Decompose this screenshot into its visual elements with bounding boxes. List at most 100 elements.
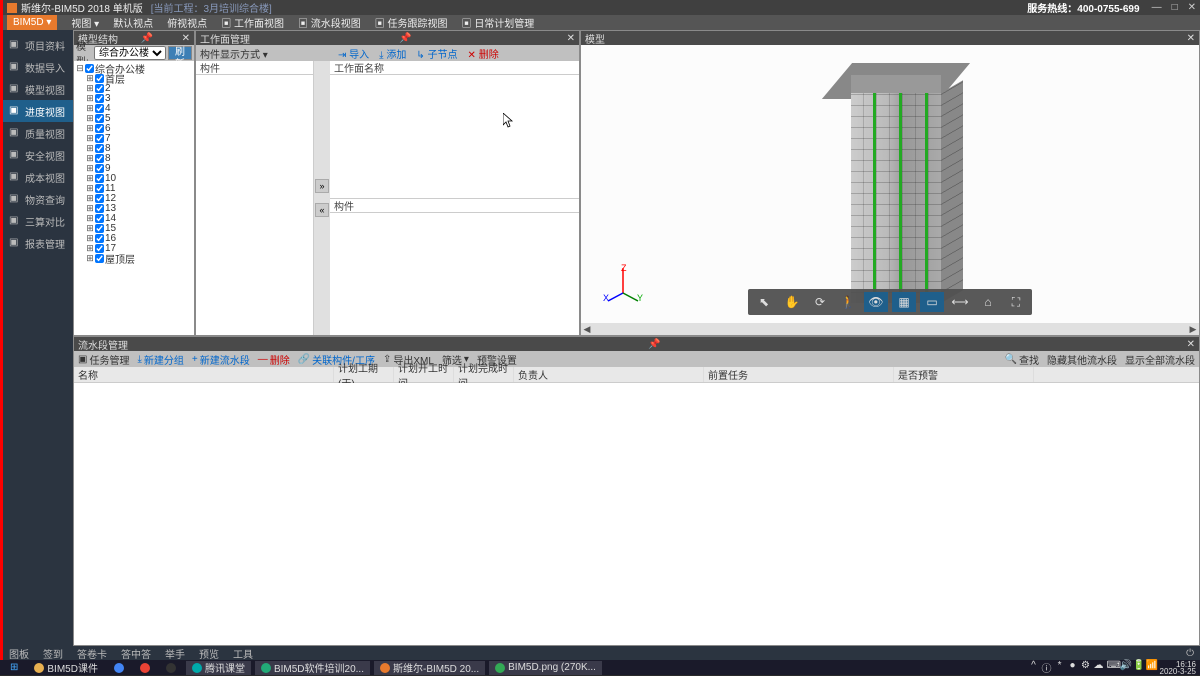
tree-checkbox[interactable] bbox=[85, 64, 94, 73]
find-button[interactable]: 🔍 查找 bbox=[1005, 352, 1039, 367]
close-icon[interactable]: ✕ bbox=[1187, 339, 1195, 350]
edges-button[interactable]: ▭ bbox=[920, 292, 944, 312]
new-flow-button[interactable]: + 新建流水段 bbox=[192, 352, 250, 367]
taskbar-item-5[interactable]: BIM5D软件培训20... bbox=[255, 661, 370, 675]
expand-right-button[interactable]: » bbox=[315, 179, 329, 193]
menu-task-track[interactable]: ▣ 任务跟踪视图 bbox=[375, 15, 448, 30]
showall-button[interactable]: 显示全部流水段 bbox=[1125, 352, 1195, 367]
close-icon[interactable]: ✕ bbox=[1187, 33, 1195, 44]
taskbar-item-4[interactable]: 腾讯课堂 bbox=[186, 661, 251, 675]
tray-icon[interactable]: ^ bbox=[1029, 660, 1039, 675]
tree-checkbox[interactable] bbox=[95, 224, 104, 233]
status-item-6[interactable]: 工具 bbox=[233, 646, 253, 661]
menu-top-view[interactable]: 俯视视点 bbox=[167, 15, 207, 30]
sidebar-item-3[interactable]: ▣进度视图 bbox=[3, 100, 73, 122]
walk-button[interactable]: 🚶 bbox=[836, 292, 860, 312]
menu-workface[interactable]: ▣ 工作面视图 bbox=[221, 15, 284, 30]
tree-checkbox[interactable] bbox=[95, 74, 104, 83]
tree-checkbox[interactable] bbox=[95, 134, 104, 143]
tray-icon[interactable]: ⚙ bbox=[1081, 660, 1091, 675]
tray-icon[interactable]: ⓘ bbox=[1042, 660, 1052, 675]
tray-icon[interactable]: 🔊 bbox=[1120, 660, 1130, 675]
power-icon[interactable]: ⏻ bbox=[1186, 648, 1194, 659]
menu-default-view[interactable]: 默认视点 bbox=[113, 15, 153, 30]
pointer-button[interactable]: ⬉ bbox=[752, 292, 776, 312]
add-button[interactable]: ⤓ 添加 bbox=[379, 46, 406, 61]
col-header[interactable]: 是否预警 bbox=[894, 367, 1034, 382]
tray-icon[interactable]: ● bbox=[1068, 660, 1078, 675]
start-button[interactable]: ⊞ bbox=[4, 661, 24, 675]
menu-view[interactable]: 视图 ▾ bbox=[71, 15, 99, 30]
status-item-5[interactable]: 预览 bbox=[199, 646, 219, 661]
status-item-0[interactable]: 图板 bbox=[9, 646, 29, 661]
taskbar-item-1[interactable] bbox=[108, 661, 130, 675]
menu-flow[interactable]: ▣ 流水段视图 bbox=[298, 15, 361, 30]
sidebar-item-9[interactable]: ▣报表管理 bbox=[3, 232, 73, 254]
delete-button[interactable]: — 删除 bbox=[258, 352, 290, 367]
visibility-button[interactable]: 👁 bbox=[864, 292, 888, 312]
display-mode[interactable]: 构件显示方式 ▾ bbox=[200, 46, 318, 61]
tree-node[interactable]: 屋顶层 bbox=[105, 251, 135, 266]
tree-checkbox[interactable] bbox=[95, 234, 104, 243]
taskbar-item-7[interactable]: BIM5D.png (270K... bbox=[489, 661, 602, 675]
tree-checkbox[interactable] bbox=[95, 174, 104, 183]
scroll-right-icon[interactable]: ▶ bbox=[1187, 324, 1199, 335]
close-icon[interactable]: ✕ bbox=[182, 33, 190, 44]
tray-icon[interactable]: * bbox=[1055, 660, 1065, 675]
sidebar-item-1[interactable]: ▣数据导入 bbox=[3, 56, 73, 78]
fullscreen-button[interactable]: ⛶ bbox=[1004, 292, 1028, 312]
new-group-button[interactable]: ⤓ 新建分组 bbox=[137, 352, 183, 367]
minimize-button[interactable]: — bbox=[1152, 2, 1162, 13]
tree-checkbox[interactable] bbox=[95, 144, 104, 153]
close-icon[interactable]: ✕ bbox=[567, 33, 575, 44]
model-select[interactable]: 综合办公楼 bbox=[94, 46, 166, 60]
taskbar-clock[interactable]: 16:162020-3-25 bbox=[1160, 661, 1196, 675]
ruler-button[interactable]: ⟷ bbox=[948, 292, 972, 312]
tray-icon[interactable]: ⌨ bbox=[1107, 660, 1117, 675]
col-header[interactable]: 计划工期(天) bbox=[334, 367, 394, 382]
tree-checkbox[interactable] bbox=[95, 164, 104, 173]
pin-icon[interactable]: 📌 bbox=[141, 33, 153, 44]
sidebar-item-2[interactable]: ▣模型视图 bbox=[3, 78, 73, 100]
import-button[interactable]: ⇥ 导入 bbox=[338, 46, 369, 61]
sidebar-item-5[interactable]: ▣安全视图 bbox=[3, 144, 73, 166]
pan-button[interactable]: ✋ bbox=[780, 292, 804, 312]
tree-checkbox[interactable] bbox=[95, 154, 104, 163]
orbit-button[interactable]: ⟳ bbox=[808, 292, 832, 312]
status-item-2[interactable]: 答卷卡 bbox=[77, 646, 107, 661]
tree-checkbox[interactable] bbox=[95, 104, 104, 113]
tree-checkbox[interactable] bbox=[95, 84, 104, 93]
sidebar-item-0[interactable]: ▣项目资料 bbox=[3, 34, 73, 56]
tree-checkbox[interactable] bbox=[95, 124, 104, 133]
tree-checkbox[interactable] bbox=[95, 244, 104, 253]
status-item-3[interactable]: 答中答 bbox=[121, 646, 151, 661]
pin-icon[interactable]: 📌 bbox=[399, 33, 411, 44]
model-tree[interactable]: ⊟综合办公楼⊞首层⊞2⊞3⊞4⊞5⊞6⊞7⊞8⊞8⊞9⊞10⊞11⊞12⊞13⊞… bbox=[74, 61, 194, 335]
sidebar-item-7[interactable]: ▣物资查询 bbox=[3, 188, 73, 210]
status-item-1[interactable]: 签到 bbox=[43, 646, 63, 661]
menu-daily-plan[interactable]: ▣ 日常计划管理 bbox=[462, 15, 535, 30]
3d-viewport[interactable]: ZXY ⬉✋⟳🚶👁▦▭⟷⌂⛶ bbox=[581, 45, 1199, 323]
col-header[interactable]: 计划完成时间 bbox=[454, 367, 514, 382]
col-header[interactable]: 计划开工时间 bbox=[394, 367, 454, 382]
sidebar-item-6[interactable]: ▣成本视图 bbox=[3, 166, 73, 188]
taskbar-item-3[interactable] bbox=[160, 661, 182, 675]
sidebar-item-4[interactable]: ▣质量视图 bbox=[3, 122, 73, 144]
col-header[interactable]: 名称 bbox=[74, 367, 334, 382]
tray-icon[interactable]: ☁ bbox=[1094, 660, 1104, 675]
col-header[interactable]: 负责人 bbox=[514, 367, 704, 382]
hide-button[interactable]: 隐藏其他流水段 bbox=[1047, 352, 1117, 367]
tree-checkbox[interactable] bbox=[95, 214, 104, 223]
task-manage-button[interactable]: ▣ 任务管理 bbox=[78, 352, 129, 367]
home-button[interactable]: ⌂ bbox=[976, 292, 1000, 312]
tree-checkbox[interactable] bbox=[95, 204, 104, 213]
refresh-button[interactable]: 刷新 bbox=[168, 46, 192, 60]
tree-checkbox[interactable] bbox=[95, 94, 104, 103]
close-button[interactable]: ✕ bbox=[1188, 2, 1196, 13]
tree-checkbox[interactable] bbox=[95, 194, 104, 203]
tray-icon[interactable]: 📶 bbox=[1146, 660, 1156, 675]
pin-icon[interactable]: 📌 bbox=[648, 339, 660, 350]
brand-menu[interactable]: BIM5D ▾ bbox=[7, 15, 57, 30]
tree-checkbox[interactable] bbox=[95, 114, 104, 123]
system-tray[interactable]: ^ⓘ*●⚙☁⌨🔊🔋📶 bbox=[1029, 660, 1156, 675]
